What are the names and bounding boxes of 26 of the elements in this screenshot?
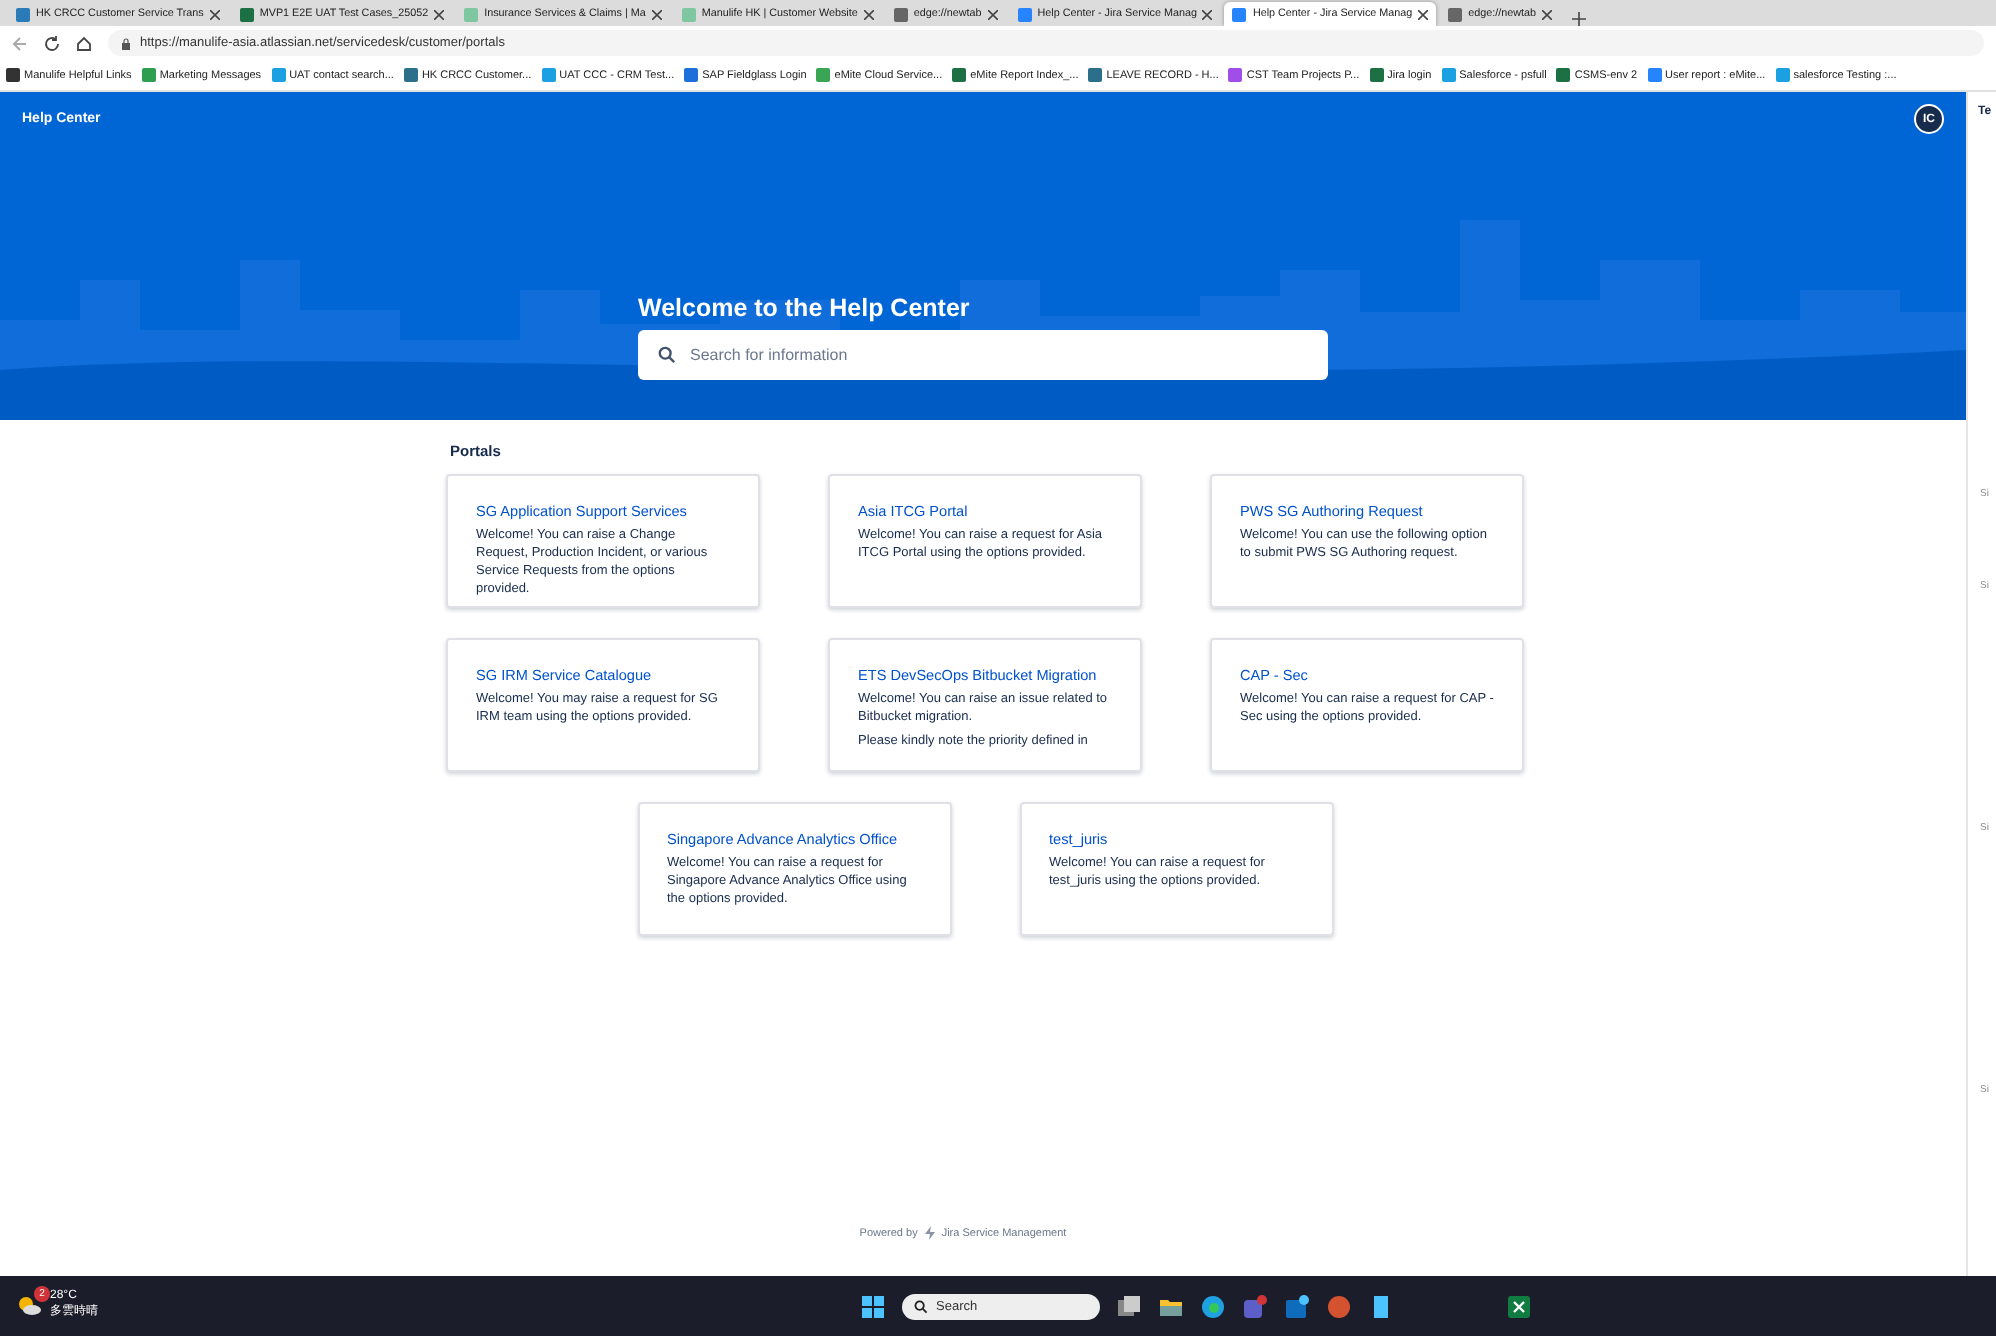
close-icon[interactable]	[434, 9, 445, 19]
search-field[interactable]: Search for information	[638, 330, 1328, 380]
close-icon[interactable]	[1418, 9, 1429, 19]
mail-icon[interactable]	[1284, 1293, 1310, 1319]
close-icon[interactable]	[1202, 9, 1213, 19]
welcome-title: Welcome to the Help Center	[638, 294, 972, 322]
new-tab-icon[interactable]	[1572, 12, 1587, 26]
close-icon[interactable]	[863, 9, 874, 19]
chat-app-icon[interactable]	[1242, 1293, 1268, 1319]
browser-icon[interactable]	[1200, 1293, 1226, 1319]
close-icon[interactable]	[987, 9, 998, 19]
search-icon	[658, 346, 676, 364]
close-icon[interactable]	[1542, 9, 1553, 19]
task-view-icon[interactable]	[1116, 1293, 1142, 1319]
windows-start-icon[interactable]	[860, 1293, 886, 1319]
search-icon	[914, 1299, 928, 1313]
weather-icon[interactable]	[16, 1291, 42, 1317]
bolt-icon	[923, 1226, 936, 1240]
close-icon[interactable]	[651, 9, 662, 19]
close-icon[interactable]	[209, 9, 220, 19]
home-icon[interactable]	[76, 35, 92, 51]
lock-icon	[120, 37, 132, 49]
spreadsheet-app-icon[interactable]	[1506, 1293, 1532, 1319]
slides-app-icon[interactable]	[1326, 1293, 1352, 1319]
notepad-icon[interactable]	[1368, 1293, 1394, 1319]
refresh-icon[interactable]	[44, 35, 60, 51]
